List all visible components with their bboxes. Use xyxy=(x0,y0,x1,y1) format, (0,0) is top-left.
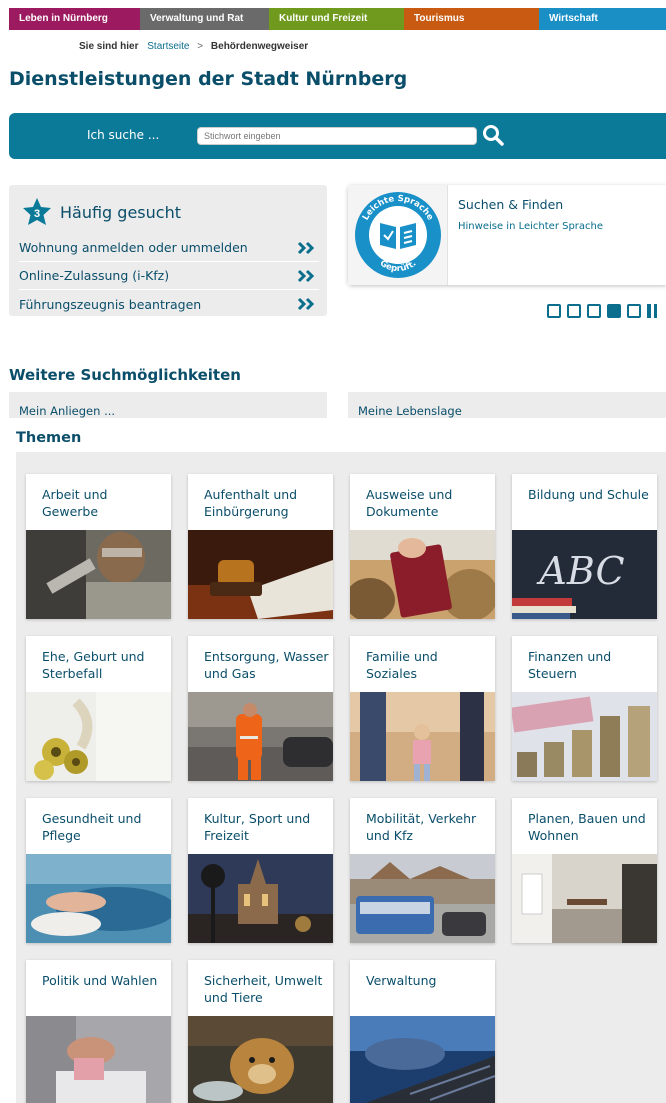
tile-bildung-und-schule[interactable]: Bildung und Schule ABC xyxy=(512,474,657,619)
leichte-sprache-seal-icon: Leichte Sprache Geprüft. xyxy=(355,192,441,278)
traffic-image xyxy=(350,854,495,943)
tile-kultur-sport-und-freizeit[interactable]: Kultur, Sport und Freizeit xyxy=(188,798,333,943)
breadcrumb: Sie sind hier Startseite > Behördenwegwe… xyxy=(9,30,666,54)
tile-label: Finanzen und Steuern xyxy=(528,649,612,681)
stamp-image xyxy=(188,530,333,619)
faq-item-label: Wohnung anmelden oder ummelden xyxy=(19,240,248,255)
pause-icon[interactable] xyxy=(647,304,657,318)
tile-gesundheit-und-pflege[interactable]: Gesundheit und Pflege xyxy=(26,798,171,943)
tile-verwaltung[interactable]: Verwaltung xyxy=(350,960,495,1103)
themen-title: Themen xyxy=(16,430,82,446)
star-badge-icon: 3 xyxy=(23,198,51,225)
frequently-searched-list: Wohnung anmelden oder ummelden Online-Zu… xyxy=(9,234,327,318)
bouquet-image xyxy=(26,692,171,781)
double-chevron-right-icon xyxy=(297,241,315,254)
page-title: Dienstleistungen der Stadt Nürnberg xyxy=(9,68,408,90)
teaser-carousel[interactable]: Leichte Sprache Geprüft. Suchen & Finden… xyxy=(348,185,666,285)
faq-item-label: Führungszeugnis beantragen xyxy=(19,296,202,312)
chalkboard-abc-text: ABC xyxy=(536,549,624,593)
worker-image xyxy=(26,530,171,619)
ballot-image xyxy=(26,1016,171,1103)
tile-label: Entsorgung, Wasser und Gas xyxy=(204,649,329,681)
passport-image xyxy=(350,530,495,619)
tile-arbeit-und-gewerbe[interactable]: Arbeit und Gewerbe xyxy=(26,474,171,619)
breadcrumb-current: Behördenwegweiser xyxy=(210,41,309,52)
tile-politik-und-wahlen[interactable]: Politik und Wahlen xyxy=(26,960,171,1103)
tab-mein-anliegen[interactable]: Mein Anliegen ... xyxy=(9,392,327,418)
tile-label: Familie und Soziales xyxy=(366,649,438,681)
frequently-searched-box: 3 Häufig gesucht Wohnung anmelden oder u… xyxy=(9,185,327,316)
faq-item-wohnung[interactable]: Wohnung anmelden oder ummelden xyxy=(19,234,319,262)
tile-label: Gesundheit und Pflege xyxy=(42,811,142,843)
tile-ausweise-und-dokumente[interactable]: Ausweise und Dokumente xyxy=(350,474,495,619)
search-button[interactable] xyxy=(481,123,505,147)
star-badge-number: 3 xyxy=(34,208,40,220)
keyboard-image xyxy=(350,1016,495,1103)
tile-label: Aufenthalt und Einbürgerung xyxy=(204,487,298,519)
dog-image xyxy=(188,1016,333,1103)
nav-wirtschaft[interactable]: Wirtschaft xyxy=(539,8,666,30)
tile-ehe-geburt-und-sterbefall[interactable]: Ehe, Geburt und Sterbefall xyxy=(26,636,171,781)
tile-familie-und-soziales[interactable]: Familie und Soziales xyxy=(350,636,495,781)
leichte-sprache-seal: Leichte Sprache Geprüft. xyxy=(348,185,448,285)
tile-label: Ehe, Geburt und Sterbefall xyxy=(42,649,145,681)
waste-worker-image xyxy=(188,692,333,781)
tab-meine-lebenslage[interactable]: Meine Lebenslage xyxy=(348,392,666,418)
coins-image xyxy=(512,692,657,781)
tile-sicherheit-umwelt-und-tiere[interactable]: Sicherheit, Umwelt und Tiere xyxy=(188,960,333,1103)
carousel-title: Suchen & Finden xyxy=(458,197,564,212)
carousel-pagination xyxy=(547,304,657,318)
tile-label: Verwaltung xyxy=(366,973,437,988)
chalkboard-image: ABC xyxy=(512,530,657,619)
tile-entsorgung-wasser-und-gas[interactable]: Entsorgung, Wasser und Gas xyxy=(188,636,333,781)
tile-mobilitaet-verkehr-und-kfz[interactable]: Mobilität, Verkehr und Kfz xyxy=(350,798,495,943)
tile-label: Bildung und Schule xyxy=(528,487,649,502)
tile-label: Ausweise und Dokumente xyxy=(366,487,453,519)
tile-label: Arbeit und Gewerbe xyxy=(42,487,108,519)
frequently-searched-header: 3 Häufig gesucht xyxy=(22,197,181,227)
breadcrumb-home-link[interactable]: Startseite xyxy=(147,41,189,52)
tile-label: Kultur, Sport und Freizeit xyxy=(204,811,311,843)
carousel-dot-2[interactable] xyxy=(567,304,581,318)
carousel-dot-4[interactable] xyxy=(607,304,621,318)
carousel-link[interactable]: Hinweise in Leichter Sprache xyxy=(458,221,603,232)
breadcrumb-lead: Sie sind hier xyxy=(79,41,139,52)
double-chevron-right-icon xyxy=(297,297,315,311)
tile-aufenthalt-und-einbuergerung[interactable]: Aufenthalt und Einbürgerung xyxy=(188,474,333,619)
nav-kultur-und-freizeit[interactable]: Kultur und Freizeit xyxy=(269,8,404,30)
faq-item-zulassung[interactable]: Online-Zulassung (i-Kfz) xyxy=(19,262,319,290)
search-icon xyxy=(483,125,504,146)
carousel-dot-5[interactable] xyxy=(627,304,641,318)
family-image xyxy=(350,692,495,781)
double-chevron-right-icon xyxy=(297,269,315,282)
nav-verwaltung-und-rat[interactable]: Verwaltung und Rat xyxy=(140,8,269,30)
church-night-image xyxy=(188,854,333,943)
search-label: Ich suche ... xyxy=(87,128,160,142)
more-search-title: Weitere Suchmöglichkeiten xyxy=(9,366,241,384)
faq-item-fuehrungszeugnis[interactable]: Führungszeugnis beantragen xyxy=(19,290,319,318)
tile-finanzen-und-steuern[interactable]: Finanzen und Steuern xyxy=(512,636,657,781)
tile-label: Mobilität, Verkehr und Kfz xyxy=(366,811,477,843)
care-image xyxy=(26,854,171,943)
search-bar: Ich suche ... xyxy=(9,113,666,159)
nav-tourismus[interactable]: Tourismus xyxy=(404,8,539,30)
search-input[interactable] xyxy=(197,127,477,145)
breadcrumb-separator: > xyxy=(197,41,204,52)
frequently-searched-title: Häufig gesucht xyxy=(60,202,181,222)
carousel-dot-1[interactable] xyxy=(547,304,561,318)
nav-leben-in-nuernberg[interactable]: Leben in Nürnberg xyxy=(9,8,140,30)
carousel-dot-3[interactable] xyxy=(587,304,601,318)
tile-label: Planen, Bauen und Wohnen xyxy=(528,811,646,843)
tile-planen-bauen-und-wohnen[interactable]: Planen, Bauen und Wohnen xyxy=(512,798,657,943)
top-navigation: Leben in Nürnberg Verwaltung und Rat Kul… xyxy=(9,8,666,30)
kitchen-image xyxy=(512,854,657,943)
faq-item-label: Online-Zulassung (i-Kfz) xyxy=(19,268,170,283)
tile-label: Sicherheit, Umwelt und Tiere xyxy=(204,973,323,1005)
tile-label: Politik und Wahlen xyxy=(42,973,158,988)
